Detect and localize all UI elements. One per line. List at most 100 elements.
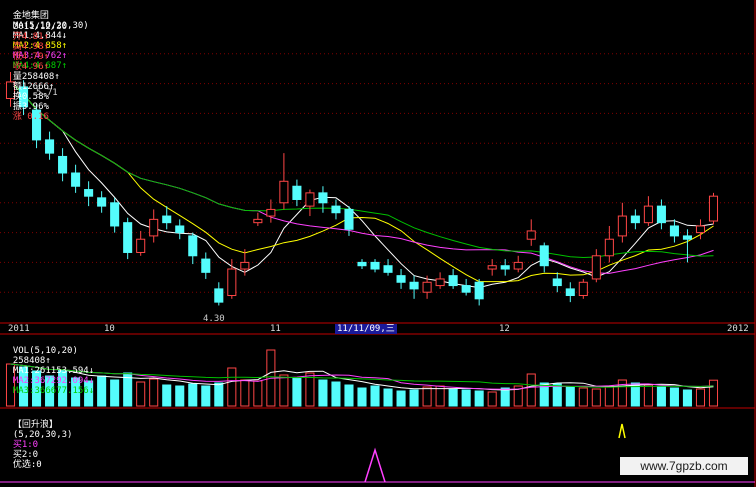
indicator-buy2: 买2:0	[12, 450, 39, 460]
close-value: 收4.96↑	[12, 62, 49, 72]
candle-body	[591, 255, 601, 280]
candle-body	[513, 261, 523, 270]
date-label-2011: 2011	[8, 324, 30, 334]
candle-body	[97, 197, 107, 207]
candle-body	[149, 218, 159, 237]
volume-bar	[227, 367, 237, 407]
indicator-name: 【回升浪】	[12, 420, 58, 430]
volume-bar	[318, 379, 328, 407]
volume-bar	[188, 383, 198, 407]
volume-header: VOL(5,10,20) 258408↑ MA1:261153.594↓ MA2…	[2, 336, 94, 396]
candle-body	[188, 235, 198, 257]
candle-body	[643, 205, 653, 224]
volume-bar	[370, 385, 380, 407]
candle-body	[474, 281, 484, 300]
candle-body	[45, 139, 55, 154]
volume-bar	[682, 389, 692, 407]
volume-bar	[136, 381, 146, 407]
candle-body	[357, 261, 367, 267]
stock-chart	[0, 0, 756, 487]
candle-body	[500, 265, 510, 270]
candle-body	[682, 235, 692, 240]
high-price-marker: 5.71	[36, 88, 58, 98]
candle-body	[71, 172, 81, 187]
volume-bar	[461, 389, 471, 407]
candle-body	[695, 225, 706, 234]
candle-body	[565, 288, 575, 297]
candle-body	[344, 208, 354, 230]
indicator-marker	[618, 423, 626, 439]
candle-body	[383, 265, 393, 273]
candle-body	[84, 189, 94, 197]
header-line-2: 2011/12/30 开4.81↑ 高4.98↑ 低4.79↑ 收4.96↑ 量…	[2, 12, 67, 122]
vol-ma1: MA1:261153.594↓	[12, 366, 95, 376]
candle-body	[279, 180, 289, 204]
indicator-buy1: 买1:0	[12, 440, 39, 450]
date-label-10: 10	[104, 324, 115, 334]
low-value: 低4.79↑	[12, 52, 49, 62]
volume-bar	[344, 384, 354, 407]
candle-body	[292, 185, 302, 200]
volume-bar	[149, 378, 159, 407]
volume-bar	[240, 379, 250, 407]
volume-bar	[396, 390, 406, 407]
vol-label: VOL(5,10,20)	[12, 346, 78, 356]
candle-body	[396, 275, 406, 283]
volume-bar	[669, 387, 679, 407]
volume-bar	[383, 388, 393, 407]
volume-bar	[695, 388, 706, 407]
ma1-line	[10, 81, 714, 289]
volume-bar	[110, 379, 120, 407]
candle-body	[253, 218, 263, 224]
candle-body	[58, 155, 68, 174]
candle-body	[578, 281, 588, 297]
candle-body	[708, 195, 719, 222]
volume-bar	[422, 386, 432, 407]
volume-bar	[591, 388, 601, 407]
amplitude-value: 振3.96%	[12, 102, 49, 112]
vol-ma3: MA3:366677.156↓	[12, 386, 95, 396]
candle-body	[331, 205, 341, 214]
candle-body	[448, 275, 458, 287]
volume-bar	[97, 375, 107, 407]
volume-bar	[578, 387, 588, 407]
candle-body	[305, 192, 315, 207]
candle-body	[214, 288, 224, 303]
volume-bar	[552, 383, 562, 407]
candle-body	[552, 278, 562, 287]
low-price-marker: 4.30	[203, 314, 225, 324]
indicator-pick: 优选:0	[12, 460, 42, 470]
volume-bar	[331, 381, 341, 407]
open-value: 开4.81↑	[12, 32, 49, 42]
candle-body	[123, 222, 133, 253]
candle-body	[266, 208, 276, 217]
candle-body	[604, 238, 614, 257]
volume-bar	[708, 379, 719, 407]
volume-bar	[201, 385, 211, 407]
candle-body	[409, 281, 419, 290]
change-value: 涨 0.16	[12, 112, 49, 122]
candle-body	[201, 258, 211, 273]
candle-body	[110, 202, 120, 227]
candle-body	[487, 265, 497, 270]
candle-body	[669, 225, 679, 237]
moving-average-lines	[10, 81, 714, 289]
date-label-11: 11	[270, 324, 281, 334]
candle-body	[162, 215, 172, 224]
volume-bar	[162, 384, 172, 407]
candle-body	[318, 192, 328, 204]
volume-bar	[448, 388, 458, 407]
vol-ma2: MA2:367292.094↓	[12, 376, 95, 386]
vol-value: 258408↑	[12, 356, 51, 366]
volume-bar	[604, 385, 614, 407]
watermark: www.7gpzb.com	[620, 457, 748, 475]
candle-body	[136, 238, 146, 253]
candle-body	[656, 205, 666, 224]
candle-body	[227, 268, 237, 297]
indicator-signal	[364, 447, 386, 483]
volume-bar	[656, 386, 666, 407]
price-grid	[0, 0, 756, 487]
volume-bar	[253, 380, 263, 407]
volume-bar	[279, 374, 289, 407]
candle-body	[461, 285, 471, 293]
